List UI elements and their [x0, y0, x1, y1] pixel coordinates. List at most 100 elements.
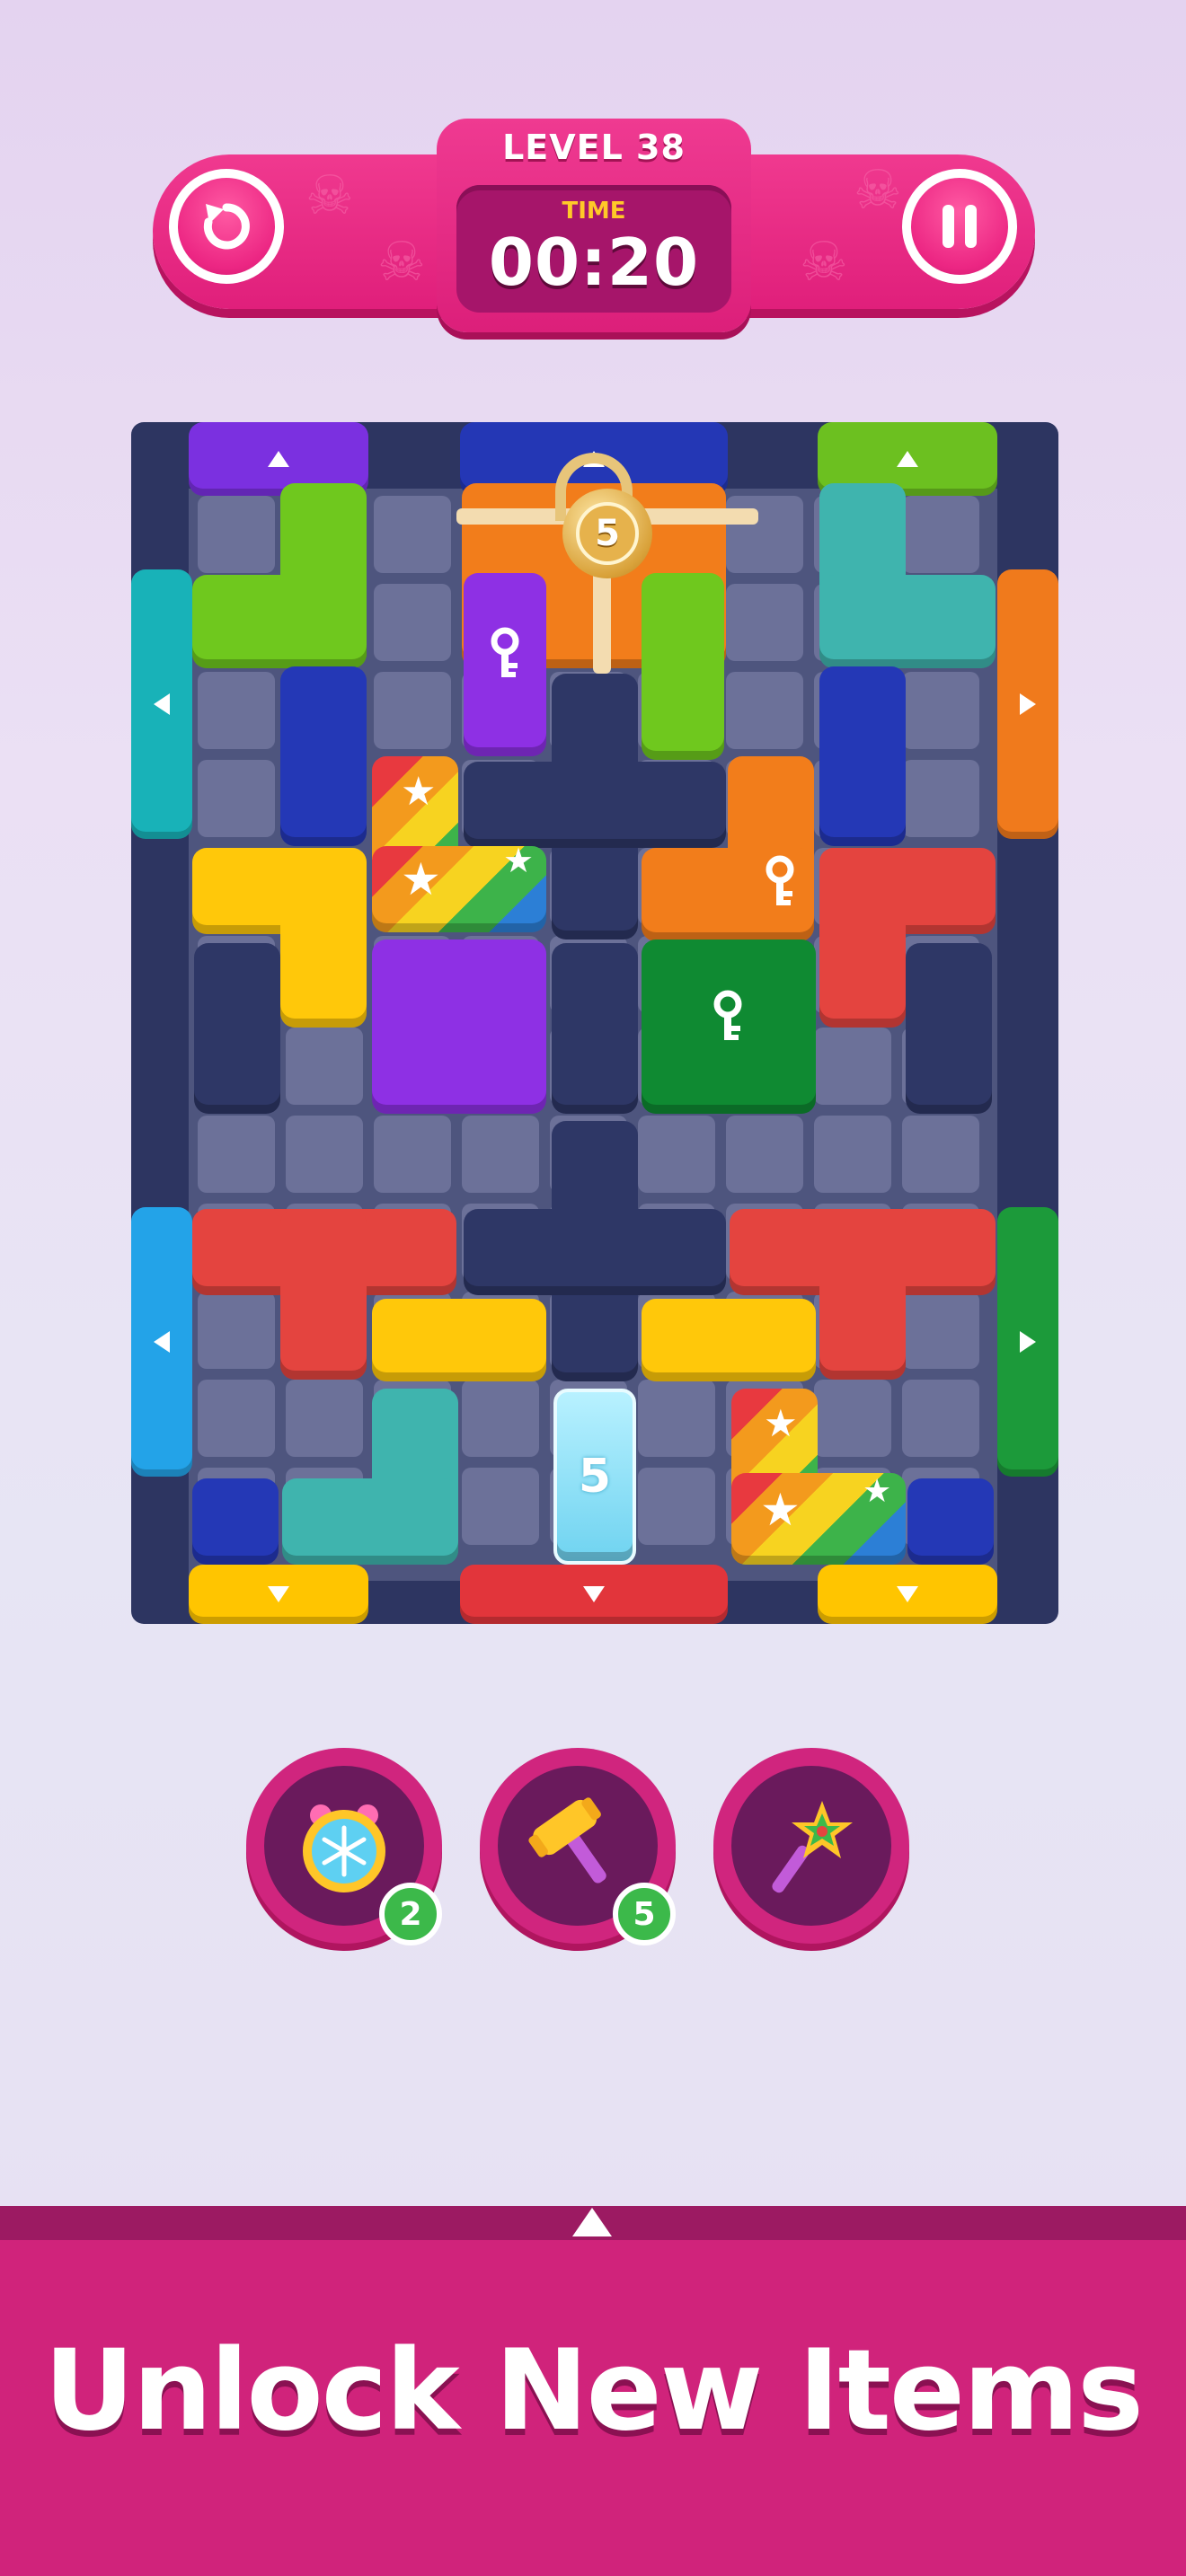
red-block[interactable] [819, 848, 906, 1028]
grid-cell [902, 760, 979, 837]
yellow-block[interactable] [280, 848, 367, 1028]
grid-cell [198, 1380, 275, 1457]
pause-button[interactable] [902, 169, 1017, 284]
yellow-horizontal-block[interactable] [372, 1299, 546, 1381]
grid-cell [198, 672, 275, 749]
grid-cell [638, 1468, 715, 1545]
grid-cell [726, 496, 803, 573]
ice-counter: 5 [578, 1450, 612, 1504]
skull-pattern-icon: ☠ [854, 159, 902, 222]
star-icon: ★ [503, 841, 535, 880]
key-icon [753, 855, 807, 909]
grid-cell [462, 1380, 539, 1457]
fixed-block [906, 943, 992, 1114]
arrow-up-icon [897, 451, 918, 467]
yellow-horizontal-block[interactable] [642, 1299, 816, 1381]
exit-gate-red [460, 1565, 728, 1624]
arrow-left-icon [154, 1331, 170, 1353]
grid-cell [814, 1028, 891, 1105]
fixed-cross-block [464, 762, 726, 848]
fixed-block [194, 943, 280, 1114]
grid-cell [374, 496, 451, 573]
grid-cell [286, 1028, 363, 1105]
grid-cell [902, 496, 979, 573]
arrow-up-icon [268, 451, 289, 467]
key-icon [701, 990, 755, 1044]
grid-cell [374, 584, 451, 661]
skull-pattern-icon: ☠ [305, 164, 354, 227]
fixed-block [552, 943, 638, 1114]
arrow-right-icon [1020, 1331, 1036, 1353]
restart-button[interactable] [169, 169, 284, 284]
blue-vertical-block[interactable] [280, 666, 367, 846]
grid-cell [726, 584, 803, 661]
grid-cell [638, 1116, 715, 1193]
count-badge: 2 [379, 1883, 442, 1945]
fixed-cross-block [464, 1209, 726, 1295]
grid-cell [286, 1116, 363, 1193]
ice-block[interactable]: 5 [553, 1389, 636, 1565]
star-icon: ★ [863, 1473, 892, 1510]
red-t-block[interactable] [280, 1209, 367, 1380]
star-icon: ★ [760, 1484, 801, 1536]
blue-small-block[interactable] [192, 1478, 279, 1565]
teal-l-block[interactable] [819, 575, 996, 668]
arrow-left-icon [154, 693, 170, 715]
skull-pattern-icon: ☠ [377, 231, 426, 294]
level-title: LEVEL 38 [502, 128, 686, 167]
exit-gate-lightblue [131, 1207, 192, 1477]
blue-small-block[interactable] [907, 1478, 994, 1565]
grid-cell [374, 672, 451, 749]
grid-cell [198, 760, 275, 837]
timer-label: TIME [562, 198, 626, 225]
arrow-right-icon [1020, 693, 1036, 715]
grid-cell [462, 1116, 539, 1193]
lock-icon: 5 [562, 489, 652, 578]
snowflake-clock-icon [303, 1804, 385, 1892]
grid-cell [198, 1116, 275, 1193]
grid-cell [814, 1380, 891, 1457]
hammer-icon [528, 1797, 606, 1883]
purple-square-block[interactable] [372, 940, 546, 1114]
lock-counter: 5 [576, 502, 639, 565]
magic-wand-icon [772, 1801, 853, 1893]
freeze-powerup-button[interactable]: 2 [246, 1748, 442, 1945]
grid-cell [902, 1380, 979, 1457]
magic-wand-powerup-button[interactable] [713, 1748, 909, 1944]
hammer-powerup-button[interactable]: 5 [480, 1748, 676, 1945]
blue-vertical-block[interactable] [819, 666, 906, 846]
key-icon [478, 627, 532, 681]
arrow-down-icon [583, 1586, 605, 1602]
grid-cell [726, 1116, 803, 1193]
pause-icon [943, 205, 977, 248]
grid-cell [198, 1292, 275, 1369]
teal-l-block[interactable] [282, 1478, 458, 1565]
grid-cell [462, 1468, 539, 1545]
grid-cell [726, 672, 803, 749]
skull-pattern-icon: ☠ [800, 231, 848, 294]
star-icon: ★ [401, 769, 437, 815]
grid-cell [902, 672, 979, 749]
green-vertical-block[interactable] [642, 573, 724, 760]
grid-cell [902, 1116, 979, 1193]
arrow-down-icon [897, 1586, 918, 1602]
arrow-up-icon[interactable] [572, 2208, 612, 2236]
grid-cell [198, 496, 275, 573]
star-icon: ★ [764, 1401, 798, 1445]
count-badge: 5 [613, 1883, 676, 1945]
green-key-block[interactable] [642, 940, 816, 1114]
restart-icon [203, 203, 250, 250]
banner-headline: Unlock New Items [44, 2326, 1144, 2456]
grid-cell [374, 1116, 451, 1193]
grid-cell [286, 1380, 363, 1457]
exit-gate-yellow [189, 1565, 368, 1624]
purple-key-block[interactable] [464, 573, 546, 756]
green-l-block[interactable] [192, 575, 367, 668]
timer-value: 00:20 [488, 225, 700, 300]
exit-gate-yellow [818, 1565, 997, 1624]
exit-gate-orange [997, 569, 1058, 839]
red-t-block[interactable] [819, 1209, 906, 1380]
grid-cell [638, 1380, 715, 1457]
orange-key-block[interactable] [642, 848, 814, 941]
grid-cell [902, 1292, 979, 1369]
